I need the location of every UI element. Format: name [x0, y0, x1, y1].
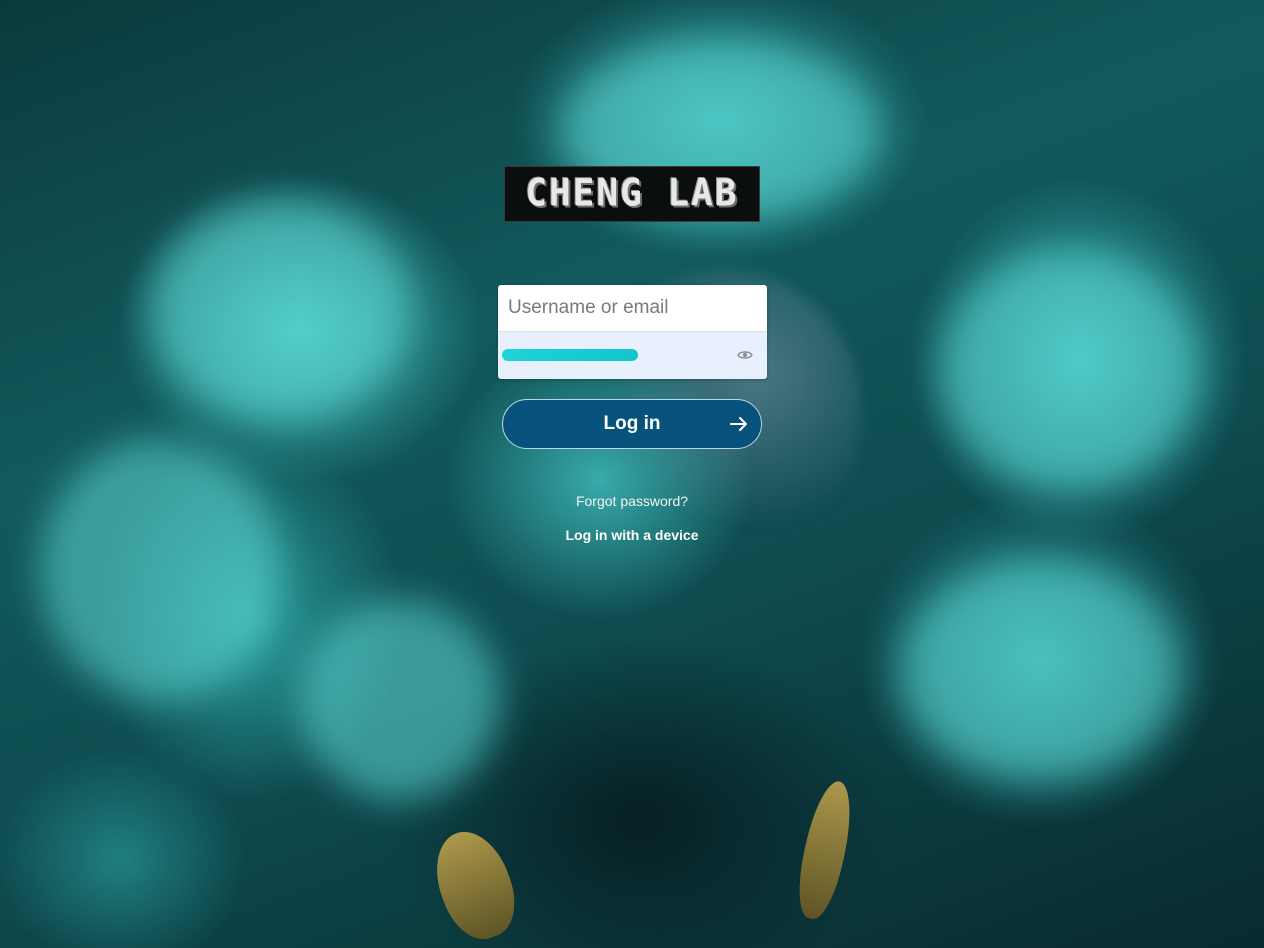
password-input[interactable] [498, 332, 767, 379]
password-redaction [502, 349, 638, 361]
logo: CHENG LAB [504, 166, 760, 222]
login-button-label: Log in [603, 413, 661, 434]
login-button[interactable]: Log in [502, 399, 762, 449]
username-input[interactable] [498, 285, 767, 332]
login-panel: CHENG LAB Log in Forgot password? Log in… [0, 0, 1264, 948]
forgot-password-link[interactable]: Forgot password? [0, 493, 1264, 509]
eye-icon[interactable] [737, 348, 753, 362]
credentials-box [498, 285, 767, 379]
arrow-right-icon [730, 417, 747, 431]
device-login-link[interactable]: Log in with a device [0, 527, 1264, 543]
logo-text: CHENG LAB [525, 171, 739, 215]
